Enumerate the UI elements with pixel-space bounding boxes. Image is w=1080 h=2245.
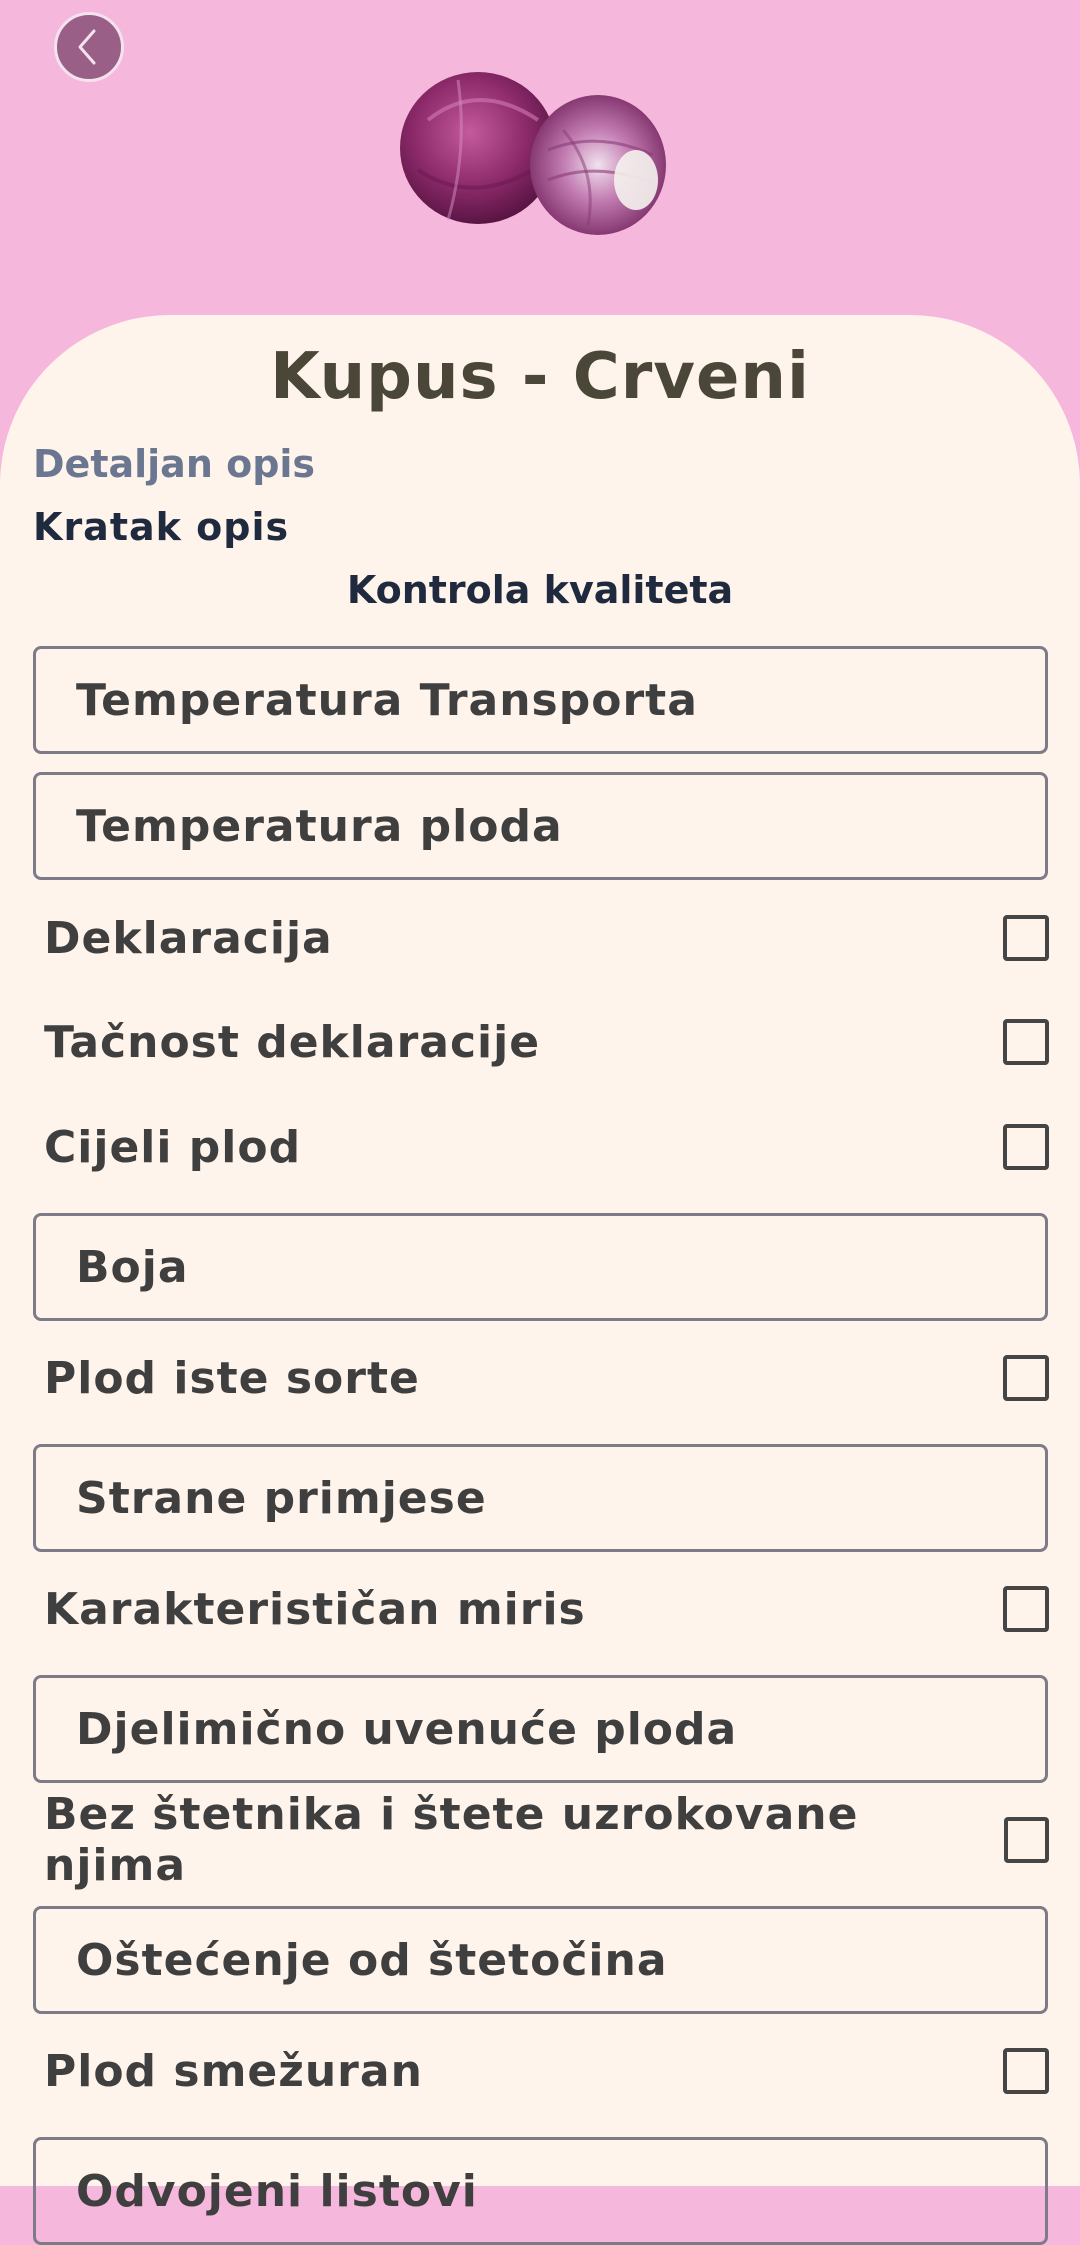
declaration-row: Deklaracija (44, 908, 1049, 968)
section-title: Kontrola kvaliteta (346, 568, 734, 612)
pest-free-checkbox[interactable] (1003, 1817, 1049, 1863)
check-label: Bez štetnika i štete uzrokovane njima (44, 1789, 859, 1891)
pest-damage-field[interactable]: Oštećenje od štetočina (33, 1906, 1048, 2014)
field-label: Boja (76, 1241, 189, 1293)
pest-free-row: Bez štetnika i štete uzrokovane njima (44, 1789, 1049, 1891)
back-button[interactable] (54, 12, 124, 82)
whole-fruit-checkbox[interactable] (1003, 1124, 1049, 1170)
field-label: Strane primjese (76, 1472, 487, 1524)
shriveled-fruit-row: Plod smežuran (44, 2041, 1049, 2101)
check-label: Deklaracija (44, 912, 333, 964)
characteristic-smell-row: Karakterističan miris (44, 1579, 1049, 1639)
check-label: Cijeli plod (44, 1121, 302, 1173)
field-label: Temperatura ploda (76, 800, 563, 852)
foreign-matter-field[interactable]: Strane primjese (33, 1444, 1048, 1552)
same-variety-checkbox[interactable] (1003, 1355, 1049, 1401)
red-cabbage-image (400, 72, 666, 235)
check-label: Tačnost deklaracije (44, 1016, 541, 1068)
field-label: Odvojeni listovi (76, 2165, 478, 2217)
color-field[interactable]: Boja (33, 1213, 1048, 1321)
check-label: Plod iste sorte (44, 1352, 420, 1404)
short-description: Kratak opis (33, 505, 290, 549)
product-title: Kupus - Crveni (270, 340, 810, 414)
check-label: Plod smežuran (44, 2045, 423, 2097)
whole-fruit-row: Cijeli plod (44, 1117, 1049, 1177)
shriveled-fruit-checkbox[interactable] (1003, 2048, 1049, 2094)
field-label: Oštećenje od štetočina (76, 1934, 668, 1986)
temperature-transport-field[interactable]: Temperatura Transporta (33, 646, 1048, 754)
same-variety-row: Plod iste sorte (44, 1348, 1049, 1408)
detail-description-link[interactable]: Detaljan opis (33, 442, 315, 486)
separated-leaves-field[interactable]: Odvojeni listovi (33, 2137, 1048, 2245)
declaration-checkbox[interactable] (1003, 915, 1049, 961)
characteristic-smell-checkbox[interactable] (1003, 1586, 1049, 1632)
declaration-accuracy-row: Tačnost deklaracije (44, 1012, 1049, 1072)
field-label: Temperatura Transporta (76, 674, 698, 726)
declaration-accuracy-checkbox[interactable] (1003, 1019, 1049, 1065)
fruit-temperature-field[interactable]: Temperatura ploda (33, 772, 1048, 880)
check-label: Karakterističan miris (44, 1583, 586, 1635)
field-label: Djelimično uvenuće ploda (76, 1703, 738, 1755)
partial-wilting-field[interactable]: Djelimično uvenuće ploda (33, 1675, 1048, 1783)
chevron-left-icon (78, 29, 96, 65)
